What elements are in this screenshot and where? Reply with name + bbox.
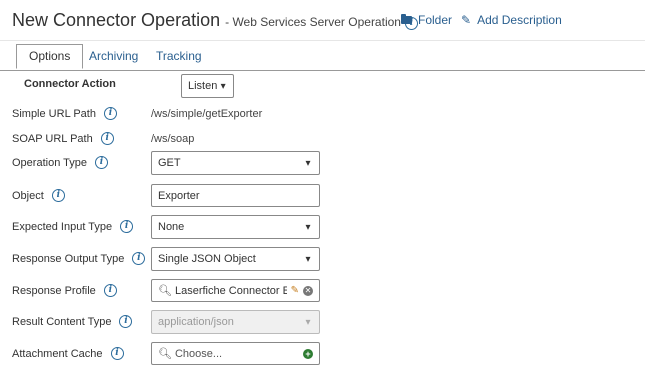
add-icon[interactable]: + <box>303 348 313 359</box>
response-output-type-label: Response Output Type i <box>12 252 146 265</box>
chevron-down-icon: ▾ <box>305 221 311 233</box>
attachment-cache-picker[interactable]: 🔍︎ Choose... + <box>151 342 320 365</box>
soap-url-path-label: SOAP URL Path i <box>12 132 114 145</box>
tab-tracking[interactable]: Tracking <box>156 49 202 63</box>
tab-archiving[interactable]: Archiving <box>89 49 138 63</box>
page-header: New Connector Operation - Web Services S… <box>12 10 418 32</box>
folder-label: Folder <box>418 13 453 27</box>
info-icon[interactable]: i <box>51 189 65 202</box>
tab-options[interactable]: Options <box>16 44 84 69</box>
search-icon: 🔍︎ <box>158 285 172 297</box>
connector-action-value: Listen <box>188 80 218 92</box>
search-icon: 🔍︎ <box>158 348 172 360</box>
info-icon[interactable]: i <box>119 315 133 328</box>
info-icon[interactable]: i <box>103 284 117 297</box>
tab-bar: Options Archiving Tracking <box>0 44 645 71</box>
pencil-icon[interactable]: ✎ <box>291 285 299 296</box>
chevron-down-icon: ▾ <box>305 157 311 169</box>
page-title: New Connector Operation <box>12 10 221 30</box>
chevron-down-icon: ▾ <box>220 80 226 92</box>
info-icon[interactable]: i <box>132 252 146 265</box>
simple-url-path-label-text: Simple URL Path <box>12 107 96 120</box>
soap-url-path-label-text: SOAP URL Path <box>12 132 93 145</box>
response-output-type-select[interactable]: Single JSON Object ▾ <box>151 247 320 271</box>
result-content-type-label-text: Result Content Type <box>12 315 112 328</box>
clear-icon[interactable]: ✕ <box>303 285 313 296</box>
attachment-cache-label: Attachment Cache i <box>12 347 124 360</box>
expected-input-type-label: Expected Input Type i <box>12 220 134 233</box>
response-profile-label-text: Response Profile <box>12 284 96 297</box>
operation-type-label: Operation Type i <box>12 156 109 169</box>
connector-action-label: Connector Action <box>24 78 116 90</box>
operation-type-select[interactable]: GET ▾ <box>151 151 320 175</box>
attachment-cache-placeholder: Choose... <box>174 347 223 360</box>
add-description-label: Add Description <box>477 13 562 27</box>
object-value: Exporter <box>158 189 200 202</box>
info-icon[interactable]: i <box>110 347 124 360</box>
result-content-type-select: application/json ▾ <box>151 310 320 334</box>
result-content-type-value: application/json <box>158 316 234 328</box>
info-icon[interactable]: i <box>95 156 109 169</box>
object-input[interactable]: Exporter <box>151 184 320 207</box>
add-description-link[interactable]: ✎ Add Description <box>461 13 562 27</box>
header-divider <box>0 40 645 41</box>
expected-input-type-label-text: Expected Input Type <box>12 220 113 233</box>
attachment-cache-label-text: Attachment Cache <box>12 347 103 360</box>
simple-url-path-label: Simple URL Path i <box>12 107 117 120</box>
folder-icon <box>401 14 412 24</box>
expected-input-type-select[interactable]: None ▾ <box>151 215 320 239</box>
connector-action-select[interactable]: Listen ▾ <box>181 74 234 98</box>
object-label: Object i <box>12 189 65 202</box>
response-profile-picker[interactable]: 🔍︎ Laserfiche Connector Er ✎ ✕ <box>151 279 320 302</box>
expected-input-type-value: None <box>158 221 185 233</box>
info-icon[interactable]: i <box>120 220 134 233</box>
response-profile-label: Response Profile i <box>12 284 117 297</box>
connector-action-label-text: Connector Action <box>24 78 116 90</box>
pencil-icon: ✎ <box>461 13 472 27</box>
object-label-text: Object <box>12 189 44 202</box>
chevron-down-icon: ▾ <box>305 316 311 328</box>
response-output-type-value: Single JSON Object <box>158 253 256 265</box>
info-icon[interactable]: i <box>100 132 114 145</box>
response-profile-value: Laserfiche Connector Er <box>174 284 287 297</box>
info-icon[interactable]: i <box>103 107 117 120</box>
operation-type-label-text: Operation Type <box>12 156 88 169</box>
soap-url-path-value: /ws/soap <box>151 133 195 145</box>
page-subtitle: - Web Services Server Operation <box>225 15 401 29</box>
folder-link[interactable]: Folder <box>401 13 452 27</box>
chevron-down-icon: ▾ <box>305 253 311 265</box>
operation-type-value: GET <box>158 157 181 169</box>
result-content-type-label: Result Content Type i <box>12 315 133 328</box>
simple-url-path-value: /ws/simple/getExporter <box>151 108 263 120</box>
response-output-type-label-text: Response Output Type <box>12 252 125 265</box>
